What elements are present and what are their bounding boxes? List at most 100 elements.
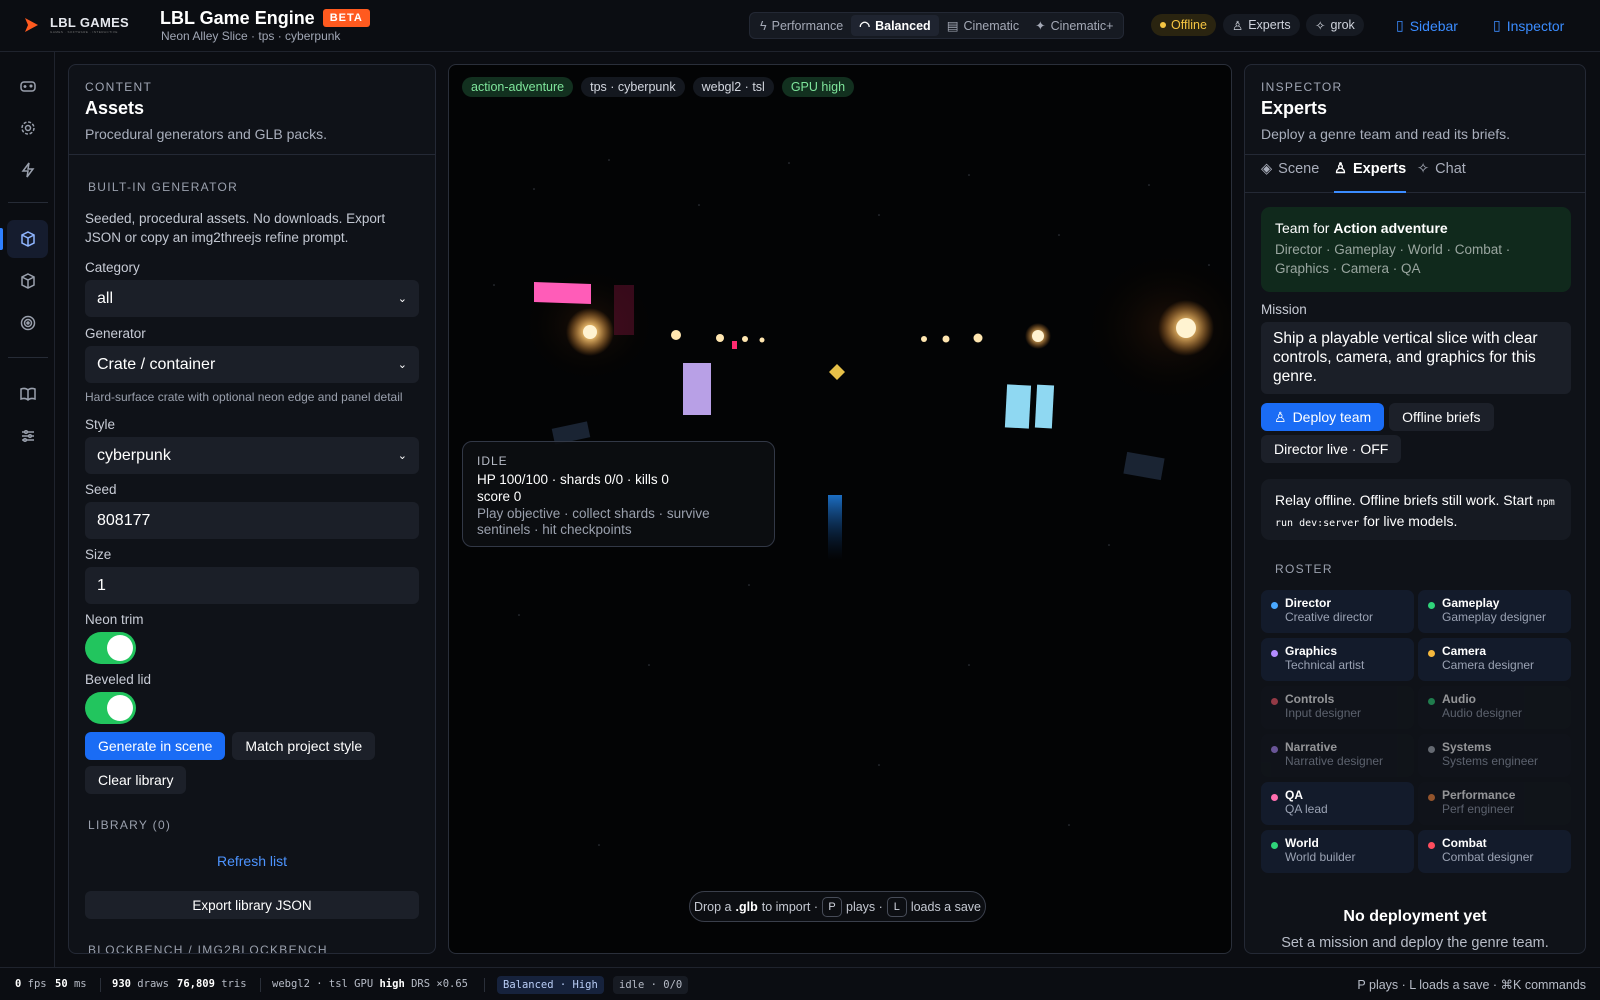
box-icon[interactable] <box>7 220 48 258</box>
seed-input[interactable]: 808177 <box>85 502 419 539</box>
roster-item-world[interactable]: World World builder <box>1261 830 1414 873</box>
tab-chat[interactable]: ✧ Chat <box>1417 161 1466 193</box>
status-dot <box>1271 650 1278 657</box>
roster-item-director[interactable]: Director Creative director <box>1261 590 1414 633</box>
seed-value: 808177 <box>97 511 151 529</box>
drop-ext: .glb <box>735 899 758 914</box>
content-panel: CONTENT Assets Procedural generators and… <box>68 64 436 954</box>
generate-button[interactable]: Generate in scene <box>85 732 226 760</box>
status-dot <box>1428 842 1435 849</box>
target-icon[interactable] <box>7 304 48 342</box>
beveled-lid-toggle[interactable] <box>85 692 136 724</box>
roster-item-controls[interactable]: Controls Input designer <box>1261 686 1414 729</box>
model-pill[interactable]: ✧ grok <box>1306 14 1364 36</box>
roster-item-gameplay[interactable]: Gameplay Gameplay designer <box>1418 590 1571 633</box>
mode-label: Performance <box>771 18 844 33</box>
roster-item-graphics[interactable]: Graphics Technical artist <box>1261 638 1414 681</box>
gamepad-icon[interactable] <box>7 67 48 105</box>
fps-readout: 0 fps <box>15 978 47 990</box>
tris-value: 76,809 <box>177 978 215 990</box>
genre-tag: action-adventure <box>462 77 574 97</box>
roster-name: QA <box>1285 788 1303 802</box>
tab-experts[interactable]: ♙ Experts <box>1334 161 1407 193</box>
relay-status-badge[interactable]: Offline <box>1151 14 1216 36</box>
game-viewport[interactable]: action-adventure tps · cyberpunk webgl2 … <box>448 64 1232 954</box>
status-dot <box>1160 22 1166 28</box>
sidebar-label: Sidebar <box>1409 17 1458 34</box>
experts-label: Experts <box>1248 18 1291 32</box>
inspector-tabs: ◈ Scene ♙ Experts ✧ Chat <box>1245 153 1585 193</box>
roster-item-combat[interactable]: Combat Combat designer <box>1418 830 1571 873</box>
project-subtitle: Neon Alley Slice · tps · cyberpunk <box>161 29 341 43</box>
mode-cinematic[interactable]: ▤ Cinematic <box>939 15 1027 36</box>
renderer-tag: webgl2 · tsl <box>692 77 774 97</box>
bolt-icon[interactable] <box>7 151 48 189</box>
drop-text: plays · <box>846 899 883 914</box>
mission-textarea[interactable]: Ship a playable vertical slice with clea… <box>1261 322 1571 394</box>
clear-library-button[interactable]: Clear library <box>85 766 187 794</box>
state-chip: idle · 0/0 <box>613 976 689 994</box>
size-input[interactable]: 1 <box>85 567 419 604</box>
mode-cinematic-plus[interactable]: ✦ Cinematic+ <box>1027 15 1121 36</box>
refresh-link[interactable]: Refresh list <box>69 853 435 869</box>
roster-item-camera[interactable]: Camera Camera designer <box>1418 638 1571 681</box>
inspector-toggle[interactable]: ▯ Inspector <box>1493 17 1564 34</box>
match-style-button[interactable]: Match project style <box>232 732 376 760</box>
empty-title: No deployment yet <box>1343 908 1487 925</box>
roster-name: World <box>1285 836 1319 850</box>
style-select[interactable]: cyberpunk ⌄ <box>85 437 419 474</box>
roster-item-qa[interactable]: QA QA lead <box>1261 782 1414 825</box>
renderer-readout: webgl2 · tsl GPU high DRS ×0.65 <box>272 978 468 990</box>
chevron-down-icon: ⌄ <box>397 293 407 305</box>
size-label: Size <box>85 547 112 562</box>
brand-logo[interactable]: LBL GAMES GAMES · SOFTWARE · INTERACTIVE <box>22 15 129 35</box>
ms-value: 50 <box>55 978 68 990</box>
renderer-value: webgl2 · tsl GPU <box>272 978 374 990</box>
roster-item-performance[interactable]: Performance Perf engineer <box>1418 782 1571 825</box>
app-title-text: LBL Game Engine <box>160 8 315 28</box>
drop-text: to import · <box>761 899 818 914</box>
neon-trim-toggle[interactable] <box>85 632 136 664</box>
mission-label: Mission <box>1261 302 1307 317</box>
gauge-icon: ◠ <box>859 19 871 33</box>
builtin-description: Seeded, procedural assets. No downloads.… <box>85 211 386 245</box>
package-icon[interactable] <box>7 262 48 300</box>
roster-role: Input designer <box>1285 706 1362 720</box>
import-hint-bar: Drop a .glb to import · P plays · L load… <box>689 891 986 922</box>
top-bar: LBL GAMES GAMES · SOFTWARE · INTERACTIVE… <box>0 0 1600 52</box>
relay-notice: Relay offline. Offline briefs still work… <box>1261 479 1571 540</box>
roster-role: QA lead <box>1285 802 1328 816</box>
panel-header: INSPECTOR Experts Deploy a genre team an… <box>1261 80 1510 142</box>
director-live-toggle[interactable]: Director live · OFF <box>1261 435 1402 463</box>
roster-item-audio[interactable]: Audio Audio designer <box>1418 686 1571 729</box>
gear-icon[interactable] <box>7 109 48 147</box>
panel-eyebrow: INSPECTOR <box>1261 80 1343 94</box>
generator-select[interactable]: Crate / container ⌄ <box>85 346 419 383</box>
tab-scene[interactable]: ◈ Scene <box>1261 161 1319 193</box>
sliders-icon[interactable] <box>7 417 48 455</box>
mode-balanced[interactable]: ◠ Balanced <box>851 15 939 36</box>
status-label: Offline <box>1171 18 1207 32</box>
user-icon: ♙ <box>1232 18 1244 33</box>
offline-briefs-button[interactable]: Offline briefs <box>1389 403 1494 431</box>
experts-pill[interactable]: ♙ Experts <box>1223 14 1300 36</box>
sidebar-toggle[interactable]: ▯ Sidebar <box>1396 17 1458 34</box>
game-hud: IDLE HP 100/100 · shards 0/0 · kills 0 s… <box>462 441 775 547</box>
roster-role: Combat designer <box>1442 850 1534 864</box>
drs-value: DRS ×0.65 <box>411 978 469 990</box>
empty-description: Set a mission and deploy the genre team. <box>1281 935 1549 951</box>
tab-label: Experts <box>1353 161 1407 177</box>
export-library-button[interactable]: Export library JSON <box>85 891 419 919</box>
book-icon[interactable] <box>7 375 48 413</box>
roster-item-systems[interactable]: Systems Systems engineer <box>1418 734 1571 777</box>
deploy-team-button[interactable]: ♙ Deploy team <box>1261 403 1385 431</box>
roster-role: Systems engineer <box>1442 754 1539 768</box>
mode-performance[interactable]: ϟ Performance <box>752 15 851 36</box>
roster-item-narrative[interactable]: Narrative Narrative designer <box>1261 734 1414 777</box>
library-section-title: LIBRARY (0) <box>88 818 172 832</box>
sparkle-icon: ✧ <box>1417 161 1430 177</box>
users-icon: ♙ <box>1274 408 1287 425</box>
seed-label: Seed <box>85 482 117 497</box>
chevron-down-icon: ⌄ <box>397 359 407 371</box>
category-select[interactable]: all ⌄ <box>85 280 419 317</box>
